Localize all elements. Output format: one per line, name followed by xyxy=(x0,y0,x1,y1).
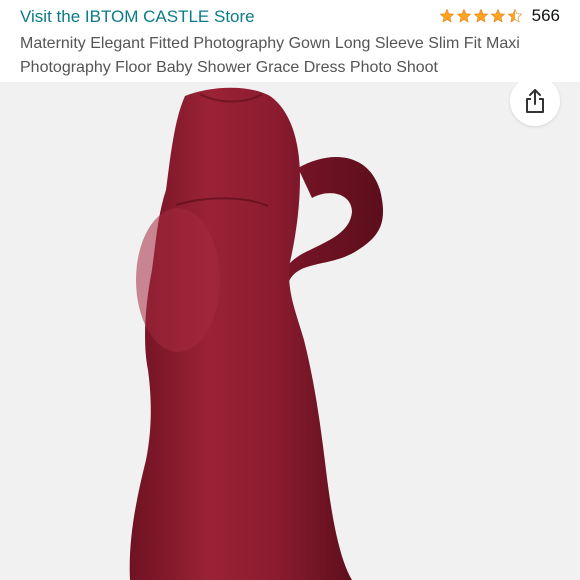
star-full-icon xyxy=(439,8,454,23)
rating-summary[interactable]: 566 xyxy=(439,5,560,27)
product-title: Maternity Elegant Fitted Photography Gow… xyxy=(20,35,520,76)
product-header: Visit the IBTOM CASTLE Store 566 Materni… xyxy=(0,0,580,82)
rating-count[interactable]: 566 xyxy=(532,5,560,27)
store-link[interactable]: Visit the IBTOM CASTLE Store xyxy=(20,6,255,28)
star-full-icon xyxy=(490,8,505,23)
star-rating xyxy=(439,8,524,24)
product-page: Visit the IBTOM CASTLE Store 566 Materni… xyxy=(0,0,580,580)
star-full-icon xyxy=(473,8,488,23)
share-icon xyxy=(526,89,544,113)
product-image xyxy=(129,87,384,580)
star-full-icon xyxy=(456,8,471,23)
star-half-icon xyxy=(507,8,522,23)
product-image-area[interactable] xyxy=(0,82,580,580)
